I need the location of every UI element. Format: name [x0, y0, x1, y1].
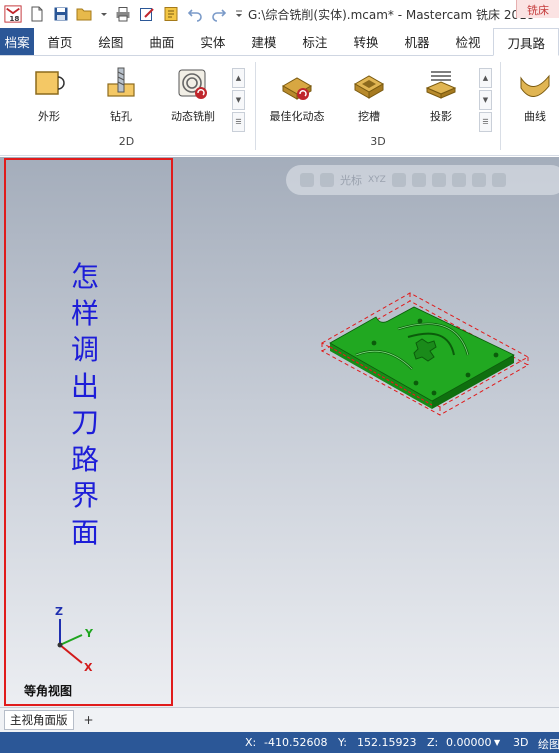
cursor-mode-label[interactable]: 光标: [340, 172, 362, 188]
lock-icon[interactable]: [300, 173, 314, 187]
gallery-up-icon[interactable]: ▲: [479, 68, 492, 88]
tab-wireframe[interactable]: 绘图: [85, 28, 136, 55]
contour-button[interactable]: 外形: [14, 64, 84, 124]
ribbon-tab-bar: 档案 首页 绘图 曲面 实体 建模 标注 转换 机器 检视 刀具路: [0, 28, 559, 56]
optirough-icon: [281, 77, 313, 100]
optirough-label: 最佳化动态: [269, 110, 325, 123]
status-z-value[interactable]: 0.00000: [446, 736, 492, 749]
machine-context-tab[interactable]: 铣床: [516, 0, 559, 18]
ribbon-panel: 外形 钻孔 动态铣削 ▲ ▼ ☰ 2D 最佳化动态 挖槽 投影 ▲ ▼ ☰ 3D…: [0, 56, 559, 156]
quick-access-toolbar: 18: [0, 5, 244, 23]
solid-select-icon[interactable]: [451, 173, 466, 187]
group-3d-label: 3D: [370, 135, 386, 148]
title-bar: 18 G:\综合铣削(实体).mcam* - Mastercam 铣床 2018…: [0, 0, 559, 28]
properties-icon[interactable]: [162, 5, 180, 23]
customize-qat-icon[interactable]: [234, 5, 244, 23]
drill-button[interactable]: 钻孔: [86, 64, 156, 124]
drill-icon: [107, 67, 135, 97]
tab-home[interactable]: 首页: [34, 28, 85, 55]
viewsheet-tabs: 主视角面版 +: [0, 707, 559, 732]
graphics-viewport[interactable]: 光标 XYZ 怎样调出刀路界面 Z Y X 等角视图: [0, 157, 559, 707]
tab-view[interactable]: 检视: [442, 28, 493, 55]
curve-icon: [520, 74, 550, 97]
status-bar: X: -410.52608 Y: 152.15923 Z: 0.00000 ▼ …: [0, 732, 559, 753]
tab-solids[interactable]: 实体: [187, 28, 238, 55]
status-z-label: Z:: [427, 736, 439, 749]
open-folder-icon[interactable]: [76, 5, 94, 23]
project-label: 投影: [430, 110, 452, 123]
gallery-expand-icon[interactable]: ☰: [479, 112, 492, 132]
ribbon-group-curve: 曲线: [503, 60, 559, 152]
dynamic-mill-icon: [178, 69, 207, 99]
curve-button[interactable]: 曲线: [507, 64, 559, 124]
ribbon-separator: [500, 62, 501, 150]
mastercam-logo-icon[interactable]: 18: [4, 5, 22, 23]
solid-part-model[interactable]: [316, 285, 538, 433]
redo-icon[interactable]: [210, 5, 228, 23]
dynamic-mill-label: 动态铣削: [171, 110, 215, 123]
pocket-label: 挖槽: [358, 110, 380, 123]
contour-icon: [35, 71, 65, 95]
ribbon-separator: [255, 62, 256, 150]
tab-transform[interactable]: 转换: [340, 28, 391, 55]
status-mode[interactable]: 3D: [513, 736, 528, 749]
select-arrow-icon[interactable]: [411, 173, 426, 187]
snap-icon[interactable]: [391, 173, 406, 187]
gallery-scroll-2d: ▲ ▼ ☰: [232, 68, 245, 132]
viewport-toolbar: 光标 XYZ: [286, 165, 559, 195]
gallery-expand-icon[interactable]: ☰: [232, 112, 245, 132]
tab-model-prep[interactable]: 建模: [238, 28, 289, 55]
tab-drafting[interactable]: 标注: [289, 28, 340, 55]
print-icon[interactable]: [114, 5, 132, 23]
undo-icon[interactable]: [186, 5, 204, 23]
curve-label: 曲线: [524, 110, 546, 123]
tab-machine[interactable]: 机器: [391, 28, 442, 55]
dynamic-mill-button[interactable]: 动态铣削: [158, 64, 228, 124]
drill-label: 钻孔: [110, 110, 132, 123]
logo-text: 18: [9, 14, 19, 23]
status-x-value: -410.52608: [264, 736, 328, 749]
select-all-icon[interactable]: [431, 173, 446, 187]
tab-surfaces[interactable]: 曲面: [136, 28, 187, 55]
dropdown-arrow-icon[interactable]: [100, 5, 108, 23]
gallery-down-icon[interactable]: ▼: [232, 90, 245, 110]
axis-y-label: Y: [84, 627, 94, 640]
axis-triad: Z Y X: [55, 605, 94, 674]
new-file-icon[interactable]: [28, 5, 46, 23]
view-name-label: 等角视图: [24, 684, 73, 698]
ribbon-group-2d: 外形 钻孔 动态铣削 ▲ ▼ ☰ 2D: [0, 60, 253, 152]
project-icon: [425, 71, 457, 99]
window-title: G:\综合铣削(实体).mcam* - Mastercam 铣床 2018: [248, 8, 535, 22]
status-y-value: 152.15923: [357, 736, 417, 749]
status-plane[interactable]: 绘图: [538, 736, 559, 752]
save-icon[interactable]: [52, 5, 70, 23]
project-button[interactable]: 投影: [406, 64, 476, 124]
add-viewsheet-button[interactable]: +: [84, 713, 94, 727]
contour-label: 外形: [38, 110, 60, 123]
axis-z-label: Z: [55, 605, 63, 618]
optirough-button[interactable]: 最佳化动态: [262, 64, 332, 124]
body-select-icon[interactable]: [491, 173, 506, 187]
viewsheet-tab-main[interactable]: 主视角面版: [4, 710, 74, 730]
tab-file[interactable]: 档案: [0, 28, 35, 55]
pocket-icon: [353, 75, 385, 99]
xyz-label[interactable]: XYZ: [368, 175, 386, 185]
gallery-up-icon[interactable]: ▲: [232, 68, 245, 88]
face-select-icon[interactable]: [471, 173, 486, 187]
group-2d-label: 2D: [118, 135, 135, 148]
gallery-scroll-3d: ▲ ▼ ☰: [479, 68, 492, 132]
ribbon-group-3d: 最佳化动态 挖槽 投影 ▲ ▼ ☰ 3D: [258, 60, 498, 152]
tab-toolpaths[interactable]: 刀具路: [493, 28, 559, 56]
status-x-label: X:: [245, 736, 257, 749]
edit-icon[interactable]: [138, 5, 156, 23]
status-z-dropdown-icon[interactable]: ▼: [494, 738, 500, 747]
gallery-down-icon[interactable]: ▼: [479, 90, 492, 110]
status-y-label: Y:: [338, 736, 347, 749]
axis-x-label: X: [84, 661, 93, 674]
annotation-text: 怎样调出刀路界面: [70, 260, 99, 549]
cursor-icon[interactable]: [320, 173, 334, 187]
pocket-button[interactable]: 挖槽: [334, 64, 404, 124]
